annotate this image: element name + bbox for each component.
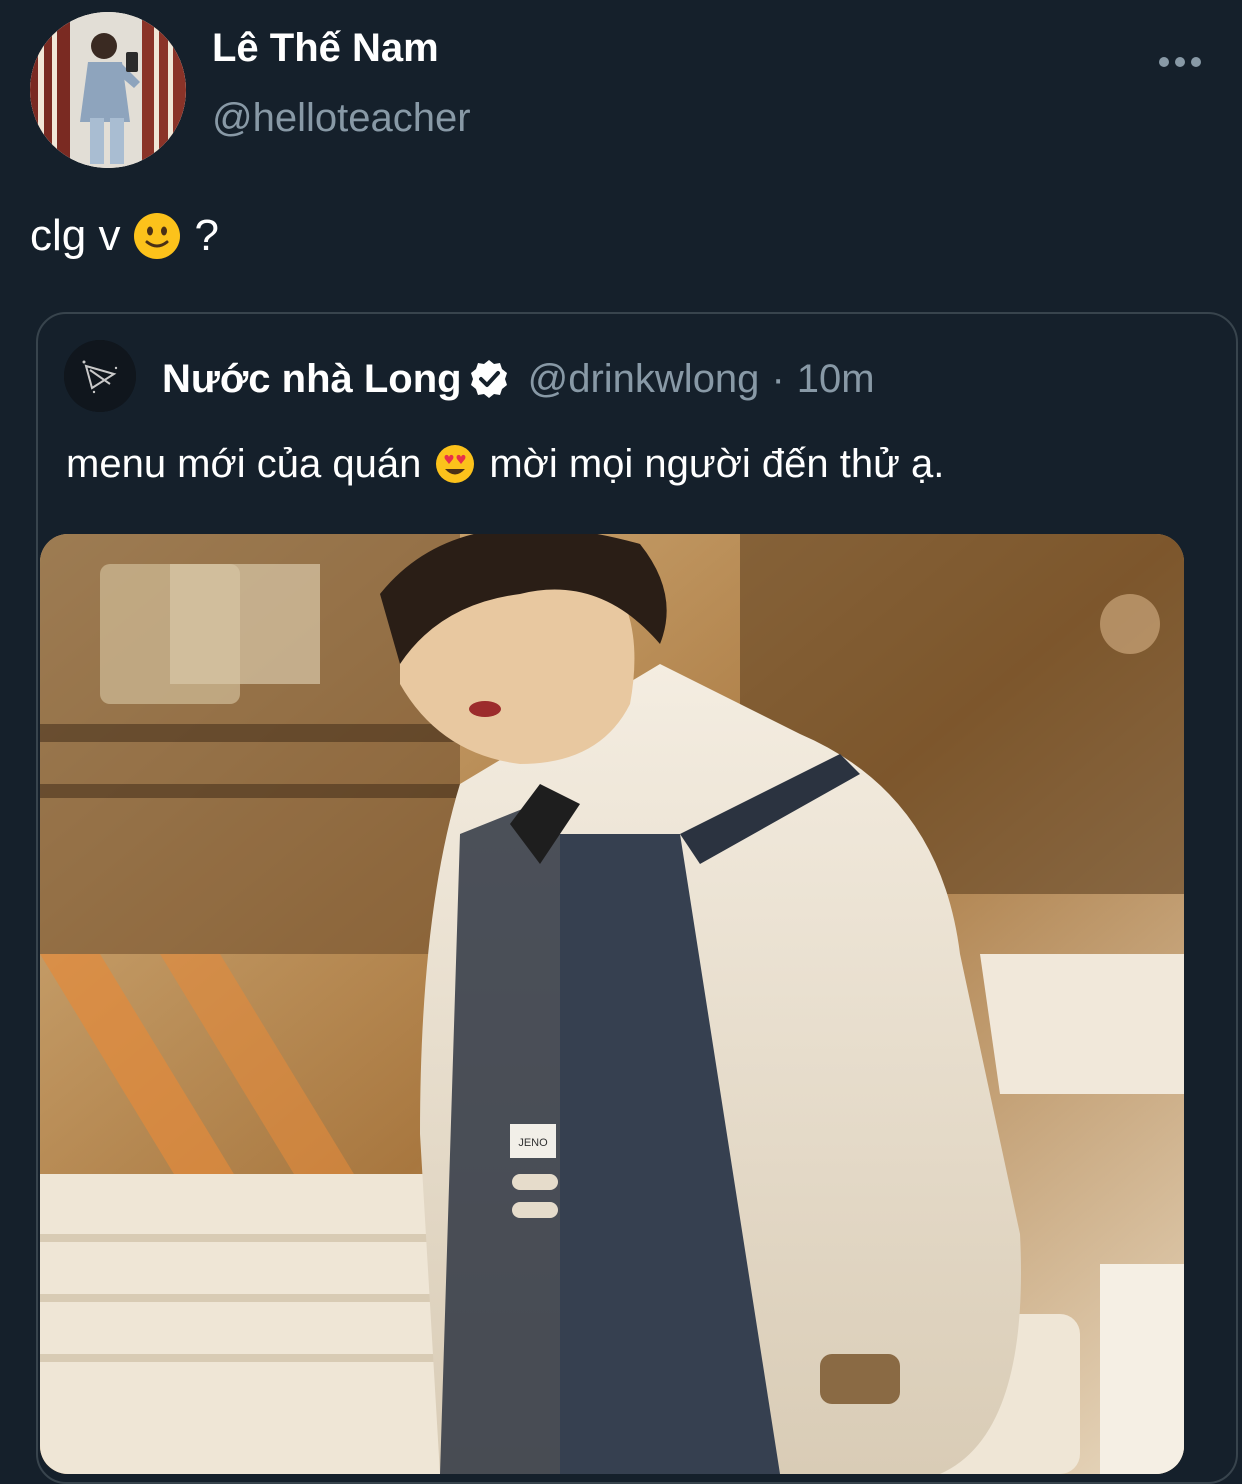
author-display-name[interactable]: Lê Thế Nam bbox=[212, 26, 439, 70]
quoted-separator: · bbox=[771, 357, 785, 401]
tweet-text-end: ? bbox=[194, 211, 219, 260]
brand-logo-icon bbox=[64, 340, 136, 412]
quoted-author-avatar[interactable] bbox=[64, 340, 136, 412]
profile-photo-icon bbox=[30, 12, 186, 168]
quoted-text-end: mời mọi người đến thử ạ. bbox=[489, 442, 945, 486]
smiling-face-with-heart-eyes-icon bbox=[436, 445, 475, 483]
tweet: Lê Thế Nam @helloteacher clg v ? Nước nh… bbox=[0, 0, 1242, 1484]
author-handle[interactable]: @helloteacher bbox=[212, 96, 471, 140]
slightly-smiling-face-icon bbox=[134, 213, 181, 259]
quoted-media-photo[interactable]: JENO bbox=[40, 534, 1184, 1474]
quoted-timestamp[interactable]: 10m bbox=[797, 356, 875, 402]
quoted-text-start: menu mới của quán bbox=[66, 442, 422, 486]
quoted-tweet-text: menu mới của quán mời mọi người đến thử … bbox=[66, 440, 944, 488]
quoted-tweet-card[interactable]: Nước nhà Long @drinkwlong · 10m menu mới… bbox=[36, 312, 1238, 1484]
verified-badge-icon bbox=[470, 360, 507, 398]
author-avatar[interactable] bbox=[30, 12, 186, 168]
name-tag-text: JENO bbox=[518, 1137, 548, 1149]
barista-photo-icon: JENO bbox=[40, 534, 1184, 1474]
tweet-text: clg v ? bbox=[30, 210, 219, 262]
more-options-button[interactable] bbox=[1150, 44, 1210, 80]
quoted-display-name[interactable]: Nước nhà Long bbox=[162, 356, 462, 402]
quoted-handle[interactable]: @drinkwlong bbox=[528, 356, 760, 402]
quoted-header: Nước nhà Long @drinkwlong · 10m bbox=[162, 356, 875, 402]
more-horizontal-icon bbox=[1159, 57, 1201, 67]
tweet-text-main: clg v bbox=[30, 211, 121, 260]
